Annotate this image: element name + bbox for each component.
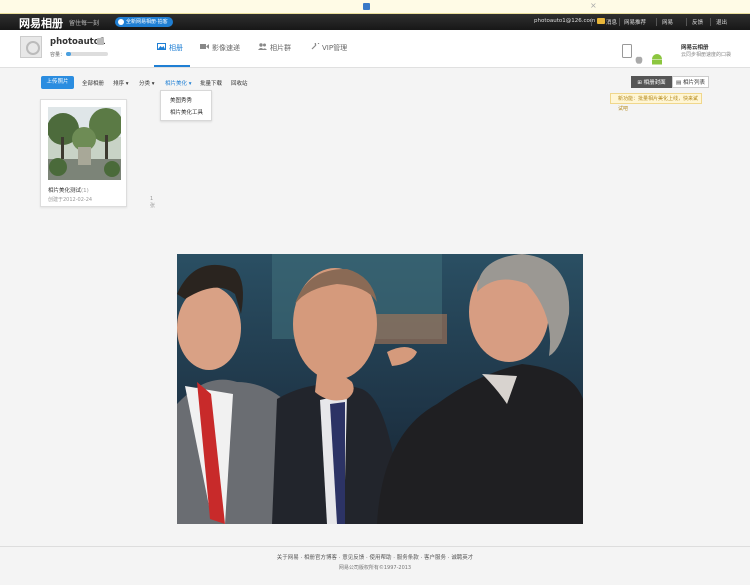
photo-beautify-menu[interactable]: 相片美化 ▾ <box>165 79 192 87</box>
album-photo-count: 1张 <box>150 196 156 209</box>
top-navigation-bar: 网易相册 留住每一刻 全新网易相册·拍客 photoauto1@126.com … <box>0 14 750 30</box>
all-albums-button[interactable]: 全部相册 <box>82 79 104 87</box>
footer-links[interactable]: 关于网易 · 相册官方博客 · 意见反馈 · 使用帮助 · 服务条款 · 客户服… <box>0 553 750 561</box>
top-divider <box>686 18 687 26</box>
album-cover-image[interactable] <box>48 107 121 180</box>
notice-bar: × <box>0 0 750 14</box>
album-name[interactable]: 相片美化测试(1) <box>48 186 89 194</box>
logout-link[interactable]: 退出 <box>716 18 727 26</box>
featured-photo[interactable] <box>177 254 583 524</box>
view-cover-label: 相册封面 <box>643 80 666 86</box>
tab-vip[interactable]: VIP管理 <box>322 43 347 53</box>
account-menu[interactable]: photoauto1@126.com <box>534 18 595 24</box>
space-label: 容量： <box>50 52 66 58</box>
footer-copyright: 网易公司版权所有©1997-2013 <box>338 565 412 571</box>
feedback-link[interactable]: 反馈 <box>692 18 703 26</box>
space-usage-bar <box>66 52 108 56</box>
featured-photo-picture <box>177 254 583 524</box>
top-divider <box>656 18 657 26</box>
photo-beautify-label: 相片美化 <box>165 81 188 87</box>
view-list-button[interactable]: ▤ 相片列表 <box>672 76 709 88</box>
album-name-count: (1) <box>81 188 89 194</box>
user-header: photoauto1 容量： 相册 影像速递 相片群 VIP管理 网易云相册 云… <box>0 30 750 68</box>
tab-album[interactable]: 相册 <box>169 43 183 53</box>
upload-button[interactable]: 上传照片 <box>41 76 74 89</box>
active-tab-indicator <box>154 65 190 67</box>
sort-menu[interactable]: 排序 ▾ <box>113 79 129 87</box>
top-divider <box>710 18 711 26</box>
category-menu[interactable]: 分类 ▾ <box>139 79 155 87</box>
android-icon <box>652 54 662 65</box>
promo-subtitle: 云同步相册速度的口袋 <box>681 52 732 58</box>
image-icon <box>157 43 166 50</box>
close-icon[interactable]: × <box>693 94 697 104</box>
top-divider <box>591 18 592 26</box>
mail-icon[interactable] <box>597 18 605 24</box>
space-usage-fill <box>66 52 72 56</box>
top-divider <box>619 18 620 26</box>
apple-icon <box>635 56 643 64</box>
notice-icon <box>363 3 370 10</box>
album-date: 创建于2012-02-24 <box>48 197 93 203</box>
app-download-button[interactable]: 全新网易相册·拍客 <box>115 17 173 27</box>
recycle-bin-button[interactable]: 回收站 <box>231 79 248 87</box>
view-list-label: 相片列表 <box>682 80 705 86</box>
sort-label: 排序 <box>113 81 125 87</box>
notice-close-icon[interactable]: × <box>590 1 597 10</box>
recommend-menu[interactable]: 网易推荐 <box>624 18 646 26</box>
group-icon <box>258 43 267 50</box>
album-title: 相片美化测试 <box>48 188 82 194</box>
feature-tip-text: 新功能：批量相片美化上线，快来试试吧 <box>618 96 699 112</box>
batch-download-button[interactable]: 批量下载 <box>200 79 222 87</box>
dropdown-item-meitu[interactable]: 美图秀秀 <box>170 96 192 104</box>
messages-link[interactable]: 消息 <box>606 18 617 26</box>
beautify-dropdown: 美图秀秀 相片美化工具 <box>160 90 212 121</box>
feature-tip: 新功能：批量相片美化上线，快来试试吧 × <box>610 93 702 112</box>
promo-title[interactable]: 网易云相册 <box>681 43 709 51</box>
video-icon <box>200 44 209 49</box>
footer-divider <box>0 546 750 547</box>
tab-video[interactable]: 影像速递 <box>212 43 240 53</box>
tab-photo-group[interactable]: 相片群 <box>270 43 291 53</box>
view-cover-button[interactable]: ⊞ 相册封面 <box>631 76 672 88</box>
album-cover-picture <box>48 107 121 180</box>
dropdown-item-beautify-tool[interactable]: 相片美化工具 <box>170 108 203 116</box>
netease-menu[interactable]: 网易 <box>662 18 673 26</box>
wrench-icon <box>311 43 320 50</box>
user-level-icon <box>97 38 104 45</box>
album-card[interactable]: 相片美化测试(1) 创建于2012-02-24 1张 <box>40 99 155 209</box>
site-logo[interactable]: 网易相册 <box>19 15 63 31</box>
tablet-icon <box>622 44 632 58</box>
app-download-label: 全新网易相册·拍客 <box>126 19 168 25</box>
category-label: 分类 <box>139 81 151 87</box>
avatar[interactable] <box>20 36 42 58</box>
phone-icon <box>118 19 124 25</box>
site-slogan: 留住每一刻 <box>69 20 100 27</box>
